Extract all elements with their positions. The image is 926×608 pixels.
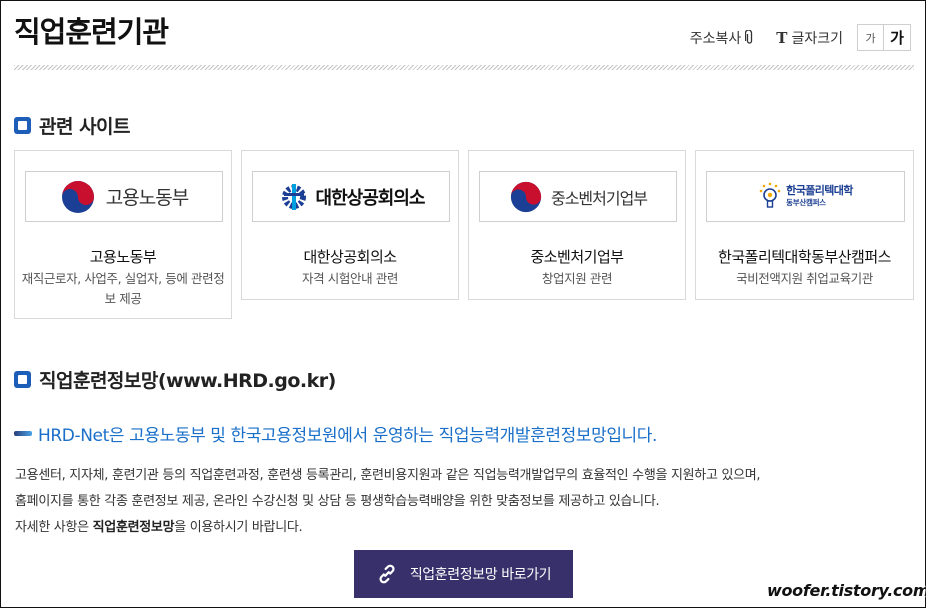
font-size-control: T 글자크기: [776, 28, 843, 48]
page-frame: 직업훈련기관 주소복사 T 글자크기 가 가 관련 사이트 고용노동부 고용노동…: [0, 0, 926, 608]
site-card-name: 한국폴리텍대학동부산캠퍼스: [718, 248, 891, 266]
section-square-icon: [14, 371, 31, 388]
mss-logo: 중소벤처기업부: [479, 171, 677, 222]
mss-logo-text: 중소벤처기업부: [550, 188, 648, 208]
line3-pre: 자세한 사항은: [15, 520, 93, 535]
related-sites-title: 관련 사이트: [39, 116, 131, 138]
lead-bar-icon: [14, 431, 32, 436]
hrd-heading: 직업훈련정보망(www.HRD.go.kr): [14, 366, 336, 393]
hrd-description-line: 고용센터, 지자체, 훈련기관 등의 직업훈련과정, 훈련생 등록관리, 훈련비…: [15, 468, 761, 483]
taegeuk-icon: [61, 180, 94, 213]
site-card-mss[interactable]: 중소벤처기업부 중소벤처기업부 창업지원 관련: [468, 150, 686, 300]
site-card-korcham[interactable]: 대한상공회의소 대한상공회의소 자격 시험안내 관련: [241, 150, 459, 300]
korcham-logo: 대한상공회의소: [252, 171, 450, 222]
hrd-description-line: 홈페이지를 통한 각종 훈련정보 제공, 온라인 수강신청 및 상담 등 평생학…: [15, 494, 660, 509]
site-card-name: 대한상공회의소: [303, 248, 397, 266]
site-card-desc: 국비전액지원 취업교육기관: [736, 271, 873, 286]
paperclip-icon: [745, 30, 753, 44]
font-size-buttons: 가 가: [857, 24, 911, 51]
font-size-label: 글자크기: [791, 30, 843, 47]
copy-address-button[interactable]: 주소복사: [690, 28, 755, 48]
site-card-name: 중소벤처기업부: [530, 248, 624, 266]
text-size-icon: T: [776, 28, 788, 47]
korcham-logo-text: 대한상공회의소: [315, 187, 426, 209]
line3-bold: 직업훈련정보망: [92, 520, 175, 535]
site-card-desc: 재직근로자, 사업주, 실업자, 등에 관련정보 제공: [21, 271, 225, 306]
hrd-description: 고용센터, 지자체, 훈련기관 등의 직업훈련과정, 훈련생 등록관리, 훈련비…: [15, 463, 915, 541]
site-card-name: 고용노동부: [89, 248, 157, 266]
related-sites-heading: 관련 사이트: [14, 112, 131, 139]
taegeuk-icon: [510, 181, 542, 212]
site-card-desc: 창업지원 관련: [541, 271, 613, 286]
gear-icon: [281, 183, 306, 210]
moel-logo-text: 고용노동부: [105, 187, 189, 209]
hrd-title: 직업훈련정보망(www.HRD.go.kr): [39, 370, 336, 392]
kopo-logo: 한국폴리텍대학 동부산캠퍼스: [706, 171, 905, 222]
header-divider: [14, 65, 914, 70]
page-title: 직업훈련기관: [14, 15, 169, 49]
site-card-moel[interactable]: 고용노동부 고용노동부 재직근로자, 사업주, 실업자, 등에 관련정보 제공: [14, 150, 232, 319]
kopo-logo-subtitle: 동부산캠퍼스: [786, 197, 826, 207]
link-icon: [379, 564, 395, 584]
font-larger-button[interactable]: 가: [884, 25, 910, 50]
hrd-shortcut-button[interactable]: 직업훈련정보망 바로가기: [354, 550, 573, 598]
site-card-desc: 자격 시험안내 관련: [302, 271, 398, 286]
line3-post: 을 이용하시기 바랍니다.: [174, 520, 303, 535]
hrd-lead: HRD-Net은 고용노동부 및 한국고용정보원에서 운영하는 직업능력개발훈련…: [14, 421, 657, 446]
kopo-logo-title: 한국폴리텍대학: [786, 183, 853, 197]
site-card-kopo[interactable]: 한국폴리텍대학 동부산캠퍼스 한국폴리텍대학동부산캠퍼스 국비전액지원 취업교육…: [695, 150, 914, 300]
watermark: woofer.tistory.com: [767, 581, 926, 600]
header-tools: 주소복사 T 글자크기 가 가: [690, 24, 911, 51]
font-smaller-button[interactable]: 가: [858, 25, 884, 50]
section-square-icon: [14, 117, 31, 134]
hrd-shortcut-label: 직업훈련정보망 바로가기: [409, 567, 552, 583]
bulb-icon: [759, 182, 781, 208]
moel-logo: 고용노동부: [25, 171, 223, 222]
hrd-description-line: 자세한 사항은 직업훈련정보망을 이용하시기 바랍니다.: [15, 515, 915, 541]
copy-address-label: 주소복사: [689, 30, 742, 47]
hrd-lead-text: HRD-Net은 고용노동부 및 한국고용정보원에서 운영하는 직업능력개발훈련…: [38, 426, 658, 446]
kopo-logo-text: 한국폴리텍대학 동부산캠퍼스: [786, 183, 853, 209]
